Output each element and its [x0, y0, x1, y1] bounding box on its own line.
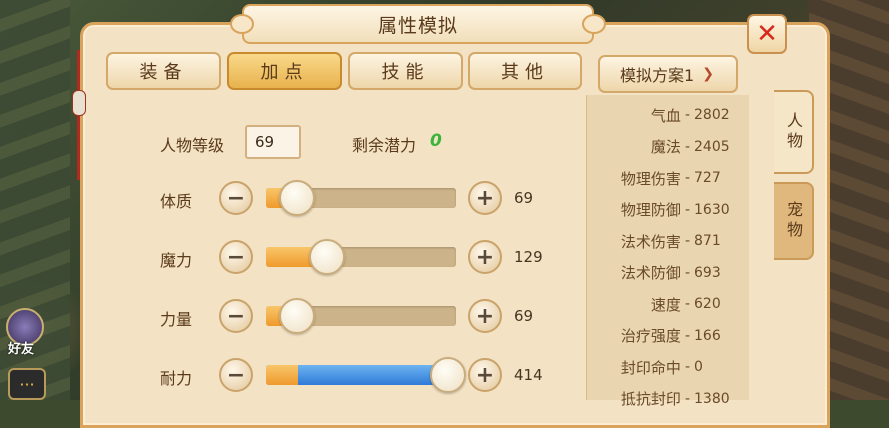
attribute-slider[interactable]	[266, 365, 456, 385]
plus-icon: +	[475, 362, 495, 388]
tab-equipment[interactable]: 装备	[106, 52, 221, 90]
stat-separator: -	[684, 359, 690, 375]
tab-skills[interactable]: 技能	[348, 52, 463, 90]
side-tab-label: 宠物	[784, 201, 803, 241]
stat-row: 治疗强度 -166	[590, 324, 738, 348]
close-icon: ✕	[756, 19, 778, 49]
attribute-slider[interactable]	[266, 247, 456, 267]
stat-separator: -	[684, 107, 690, 123]
tab-label: 加点	[260, 62, 309, 83]
tab-add-points[interactable]: 加点	[227, 52, 342, 90]
decrease-button[interactable]: −	[219, 299, 253, 333]
side-tab-label: 人物	[784, 112, 803, 152]
stat-separator: -	[684, 390, 690, 407]
attribute-label: 体质	[160, 192, 193, 211]
slider-knob[interactable]	[279, 180, 315, 216]
stat-value: 620	[694, 296, 721, 312]
tab-label: 技能	[381, 62, 430, 83]
increase-button[interactable]: +	[468, 299, 502, 333]
stat-label: 物理伤害	[620, 169, 681, 188]
attribute-label: 力量	[160, 310, 193, 329]
stat-label: 封印命中	[620, 358, 681, 377]
stat-label: 物理防御	[620, 201, 681, 219]
stat-label: 抵抗封印	[620, 390, 681, 408]
stat-row: 抵抗封印 -1380	[590, 387, 738, 411]
stat-label: 气血	[650, 106, 681, 125]
title-ornament	[582, 14, 606, 34]
stat-row: 法术防御 -693	[590, 261, 738, 285]
stat-label: 法术伤害	[620, 232, 681, 251]
stat-row: 物理防御 -1630	[590, 198, 738, 222]
stat-value: 693	[694, 264, 721, 281]
friends-label[interactable]: 好友	[8, 338, 34, 357]
stat-value: 1630	[694, 201, 730, 218]
title-ornament	[230, 14, 254, 34]
tab-label: 其他	[501, 62, 549, 83]
increase-button[interactable]: +	[468, 358, 502, 392]
close-button[interactable]: ✕	[747, 14, 787, 54]
level-label: 人物等级	[160, 136, 225, 155]
chat-icon[interactable]: ···	[8, 368, 46, 400]
stat-value: 2802	[694, 107, 730, 123]
attribute-value: 129	[514, 248, 543, 266]
stat-label: 速度	[650, 295, 681, 314]
minus-icon: −	[226, 244, 246, 270]
stat-row: 物理伤害 -727	[590, 166, 738, 190]
plus-icon: +	[475, 303, 495, 329]
stat-separator: -	[684, 233, 690, 249]
stat-value: 0	[694, 359, 703, 375]
stat-row: 气血 -2802	[590, 103, 738, 127]
plus-icon: +	[475, 185, 495, 211]
stat-row: 法术伤害 -871	[590, 229, 738, 253]
stat-label: 魔法	[650, 138, 681, 156]
minus-icon: −	[226, 185, 246, 211]
stat-separator: -	[684, 170, 690, 186]
plan-select[interactable]: 模拟方案1 ❯	[598, 55, 738, 93]
window-title: 属性模拟	[377, 14, 458, 37]
slider-knob[interactable]	[430, 357, 466, 393]
level-input[interactable]: 69	[245, 125, 301, 159]
minus-icon: −	[226, 362, 246, 388]
stat-label: 治疗强度	[620, 327, 681, 345]
increase-button[interactable]: +	[468, 240, 502, 274]
stat-separator: -	[684, 296, 690, 312]
stat-value: 2405	[694, 138, 730, 155]
stat-row: 封印命中 -0	[590, 355, 738, 379]
side-tab-character[interactable]: 人物	[774, 90, 814, 174]
tassel-decoration	[72, 50, 86, 180]
attribute-value: 69	[514, 189, 534, 207]
plus-icon: +	[475, 244, 495, 270]
side-tab-pet[interactable]: 宠物	[774, 182, 814, 260]
title-plate: 属性模拟	[230, 4, 606, 44]
slider-fill	[266, 247, 316, 267]
slider-fill	[266, 365, 456, 385]
stat-separator: -	[684, 138, 690, 155]
attribute-label: 耐力	[160, 369, 193, 388]
stat-value: 1380	[694, 390, 730, 407]
stat-separator: -	[684, 327, 690, 344]
chevron-down-icon: ❯	[702, 66, 714, 82]
stat-separator: -	[684, 201, 690, 218]
stat-row: 魔法 -2405	[590, 135, 738, 159]
attribute-label: 魔力	[160, 251, 193, 270]
decrease-button[interactable]: −	[219, 181, 253, 215]
tab-other[interactable]: 其他	[468, 52, 582, 90]
increase-button[interactable]: +	[468, 181, 502, 215]
slider-knob[interactable]	[279, 298, 315, 334]
tab-label: 装备	[139, 62, 188, 83]
potential-label: 剩余潜力	[352, 136, 417, 155]
minus-icon: −	[226, 303, 246, 329]
potential-value: 0	[430, 131, 442, 151]
stat-label: 法术防御	[620, 264, 681, 282]
attribute-value: 69	[514, 307, 534, 325]
stat-value: 166	[694, 327, 721, 344]
decrease-button[interactable]: −	[219, 358, 253, 392]
stat-separator: -	[684, 264, 690, 281]
attribute-value: 414	[514, 366, 543, 384]
stat-row: 速度 -620	[590, 292, 738, 316]
plan-select-value: 模拟方案1	[620, 66, 695, 85]
decrease-button[interactable]: −	[219, 240, 253, 274]
stat-value: 871	[694, 233, 721, 249]
stat-value: 727	[694, 170, 721, 186]
